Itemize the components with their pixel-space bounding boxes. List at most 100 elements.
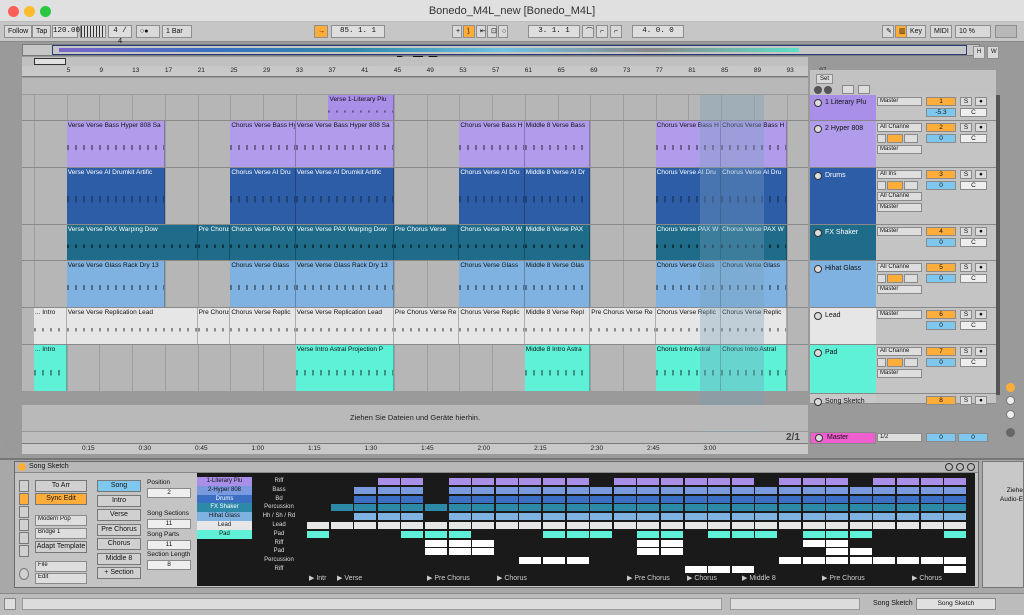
style-select[interactable]: Modern Pop [35,515,87,526]
sketch-cell[interactable] [566,478,589,485]
sketch-cell[interactable] [661,522,683,529]
sketch-cell[interactable] [613,486,636,494]
sketch-section-label[interactable]: ▶ Chorus [687,574,717,582]
monitor-auto-button[interactable] [887,181,903,190]
sketch-cell[interactable] [354,513,377,521]
io-select[interactable]: All Ins [877,170,922,179]
sketch-cell[interactable] [377,495,400,503]
io-select[interactable]: All Channe [877,192,922,201]
punch-out-icon[interactable]: ⌐ [610,25,622,38]
dark-toggle-icon[interactable] [1006,428,1015,437]
sketch-cell[interactable] [849,504,872,512]
sketch-cell[interactable] [731,566,754,573]
sketch-cell[interactable] [708,495,731,503]
arrangement-clip[interactable]: Chorus Verse AI Dru [459,168,525,224]
section-button[interactable]: Middle 8 [97,552,141,565]
help-icon[interactable] [19,568,29,580]
sketch-section-label[interactable]: ▶ Pre Chorus [427,574,470,582]
arrangement-clip[interactable]: Verse Verse Glass Rack Dry 13 [66,261,165,307]
sketch-cell[interactable] [755,522,778,529]
drop-area[interactable]: Ziehen Sie Dateien und Geräte hierhin. [22,405,808,431]
capture-icon[interactable]: ⊡ [487,25,497,38]
sketch-cell[interactable] [920,478,943,485]
sketch-cell[interactable] [448,486,471,494]
sketch-cell[interactable] [897,478,919,485]
sketch-cell[interactable] [731,495,754,503]
section-button[interactable]: Song [97,480,141,492]
sketch-cell[interactable] [873,557,896,565]
track-lane[interactable] [22,95,808,121]
sketch-cell[interactable] [731,486,754,494]
sketch-cell[interactable] [826,530,849,538]
sketch-cell[interactable] [354,486,377,494]
sketch-cell[interactable] [566,495,589,503]
sketch-cell[interactable] [661,495,683,503]
io-select[interactable]: All Channe [877,263,922,272]
fold-icon[interactable] [814,312,822,320]
solo-button[interactable]: S [960,263,972,272]
sketch-cell[interactable] [802,486,825,494]
sketch-cell[interactable] [826,486,849,494]
sketch-cell[interactable] [613,522,636,529]
arrangement-clip[interactable]: Chorus Verse Glass [459,261,525,307]
device-on-icon[interactable] [18,463,26,471]
sketch-cell[interactable] [637,513,660,521]
info-icon[interactable] [1006,396,1015,405]
sketch-cell[interactable] [897,513,919,521]
sketch-cell[interactable] [425,504,447,512]
sketch-part-label[interactable]: Riff [254,565,304,574]
sketch-part-label[interactable]: Bass [254,486,304,495]
sketch-cell[interactable] [873,486,896,494]
volume-field[interactable]: 0 [926,321,956,330]
arrangement-clip[interactable]: Pre Chorus Verse [197,308,231,344]
sketch-cell[interactable] [495,495,518,503]
sketch-cell[interactable] [731,478,754,485]
sketch-cell[interactable] [708,522,731,529]
sketch-part-label[interactable]: Percussion [254,556,304,565]
session-record-icon[interactable]: ○ [498,25,508,38]
sketch-cell[interactable] [448,478,471,485]
sketch-cell[interactable] [637,504,660,512]
monitor-auto-button[interactable] [887,274,903,283]
sketch-cell[interactable] [779,478,801,485]
sketch-cell[interactable] [637,530,660,538]
master-track-header[interactable]: Master [810,432,876,444]
follow-arrow-icon[interactable]: → [314,25,328,38]
sketch-cell[interactable] [849,530,872,538]
nudge-icon[interactable] [80,25,106,38]
sketch-cell[interactable] [495,504,518,512]
sketch-cell[interactable] [519,557,542,565]
sketch-cell[interactable] [826,504,849,512]
sketch-cell[interactable] [543,557,565,565]
sketch-cell[interactable] [802,522,825,529]
sketch-cell[interactable] [495,522,518,529]
sketch-cell[interactable] [897,557,919,565]
sketch-cell[interactable] [944,530,967,538]
sketch-cell[interactable] [849,495,872,503]
arrangement-clip[interactable]: Pre Chorus Verse P [197,225,231,260]
arrangement-clip[interactable]: Pre Chorus Verse Re [590,308,656,344]
sketch-part-label[interactable]: Percussion [254,503,304,512]
sketch-cell[interactable] [637,522,660,529]
sketch-cell[interactable] [543,478,565,485]
arrangement-clip[interactable]: Chorus Verse Glass [230,261,296,307]
punch-in-icon[interactable]: ⌐ [596,25,608,38]
sketch-cell[interactable] [826,513,849,521]
sketch-cell[interactable] [472,486,495,494]
master-volume[interactable]: 0 [926,433,956,442]
monitor-auto-button[interactable] [887,134,903,143]
sketch-cell[interactable] [731,513,754,521]
arrangement-clip[interactable]: Chorus Verse Bass H [459,121,525,167]
sketch-cell[interactable] [779,513,801,521]
sketch-track-label[interactable]: 2-Hyper 808 [197,485,252,495]
midi-map-button[interactable]: MIDI [930,25,952,38]
arrangement-clip[interactable]: Verse Verse Replication Lead [66,308,198,344]
sketch-cell[interactable] [448,539,471,547]
sketch-cell[interactable] [684,478,707,485]
back-to-arrangement-icon[interactable]: ⇤ [476,25,486,38]
sketch-cell[interactable] [755,530,778,538]
arrangement-clip[interactable]: Chorus Verse Replic [230,308,296,344]
sketch-cell[interactable] [637,478,660,485]
sketch-cell[interactable] [543,495,565,503]
sketch-cell[interactable] [873,495,896,503]
